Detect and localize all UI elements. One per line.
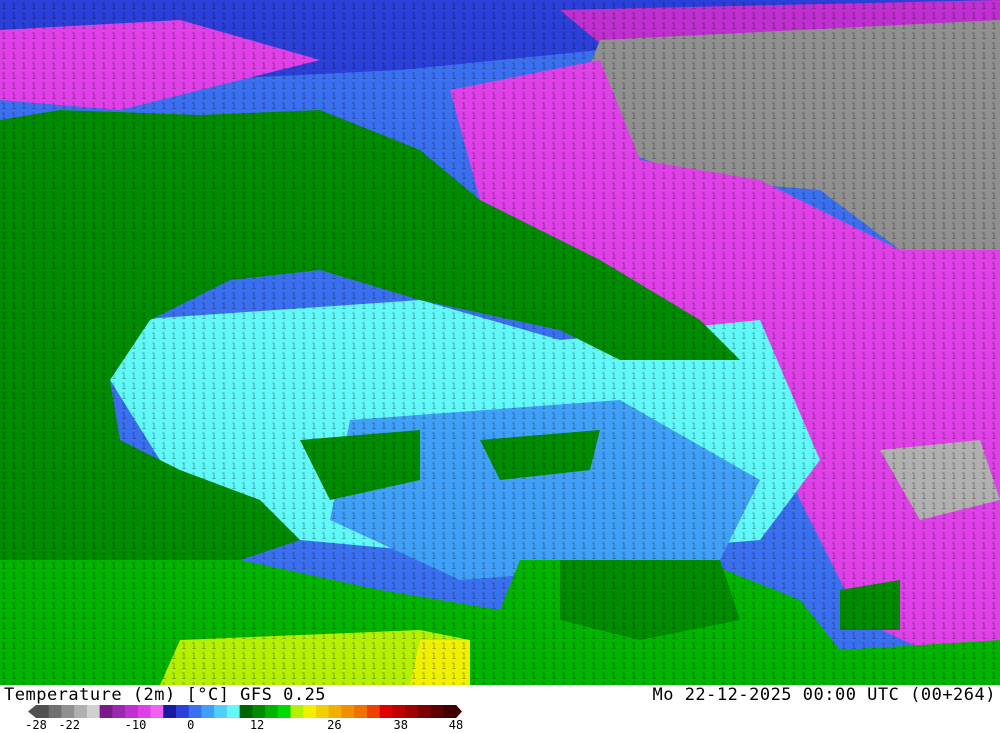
colorbar-swatch xyxy=(290,705,304,718)
temperature-map: 1 xyxy=(0,0,1000,685)
colorbar-swatch xyxy=(265,705,279,718)
colorbar-ticks: -28 -22 -10 0 12 26 38 48 xyxy=(0,718,1000,733)
colorbar-swatch xyxy=(74,705,88,718)
colorbar-swatch xyxy=(239,705,253,718)
colorbar-tick-label: -22 xyxy=(58,718,80,732)
colorbar-swatch xyxy=(188,705,202,718)
colorbar-swatch xyxy=(277,705,292,718)
map-title: Temperature (2m) [°C] GFS 0.25 xyxy=(4,685,327,705)
temperature-field: 1 xyxy=(0,0,1000,685)
colorbar-swatch xyxy=(86,705,101,718)
colorbar-min-arrow xyxy=(28,705,36,718)
colorbar-swatch xyxy=(405,705,419,718)
valid-time: Mo 22-12-2025 00:00 UTC (00+264) xyxy=(652,685,996,705)
colorbar-swatch xyxy=(214,705,228,718)
colorbar-swatch xyxy=(252,705,266,718)
colorbar-swatch xyxy=(150,705,164,718)
colorbar-swatch xyxy=(443,705,457,718)
colorbar-swatch xyxy=(61,705,75,718)
colorbar-tick-label: 0 xyxy=(187,718,195,732)
colorbar-tick-label: 12 xyxy=(249,718,265,732)
colorbar-max-arrow xyxy=(456,705,462,718)
colorbar-swatch xyxy=(125,705,139,718)
colorbar-tick-label: 48 xyxy=(448,718,464,732)
colorbar-swatch xyxy=(379,705,393,718)
colorbar-swatch xyxy=(341,705,355,718)
map-footer: Temperature (2m) [°C] GFS 0.25 Mo 22-12-… xyxy=(0,685,1000,733)
colorbar-tick-label: -10 xyxy=(124,718,147,732)
colorbar-tick-label: -28 xyxy=(25,718,47,732)
colorbar-swatch xyxy=(201,705,215,718)
colorbar-swatch xyxy=(99,705,113,718)
colorbar-swatch xyxy=(303,705,317,718)
colorbar-tick-label: 38 xyxy=(393,718,408,732)
colorbar-swatch xyxy=(226,705,241,718)
colorbar-swatch xyxy=(392,705,406,718)
colorbar-swatch xyxy=(48,705,62,718)
colorbar-swatch xyxy=(430,705,444,718)
colorbar-swatch xyxy=(176,705,190,718)
colorbar-swatch xyxy=(36,705,50,718)
colorbar-swatch xyxy=(354,705,368,718)
colorbar-swatch xyxy=(137,705,152,718)
colorbar-tick-label: 26 xyxy=(327,718,342,732)
colorbar-swatch xyxy=(163,705,177,718)
colorbar-swatch xyxy=(316,705,330,718)
colorbar-swatch xyxy=(417,705,432,718)
colorbar-swatch xyxy=(366,705,381,718)
colorbar xyxy=(28,705,462,718)
value-grid-overlay xyxy=(0,0,1000,685)
colorbar-swatch xyxy=(328,705,342,718)
colorbar-swatch xyxy=(112,705,126,718)
